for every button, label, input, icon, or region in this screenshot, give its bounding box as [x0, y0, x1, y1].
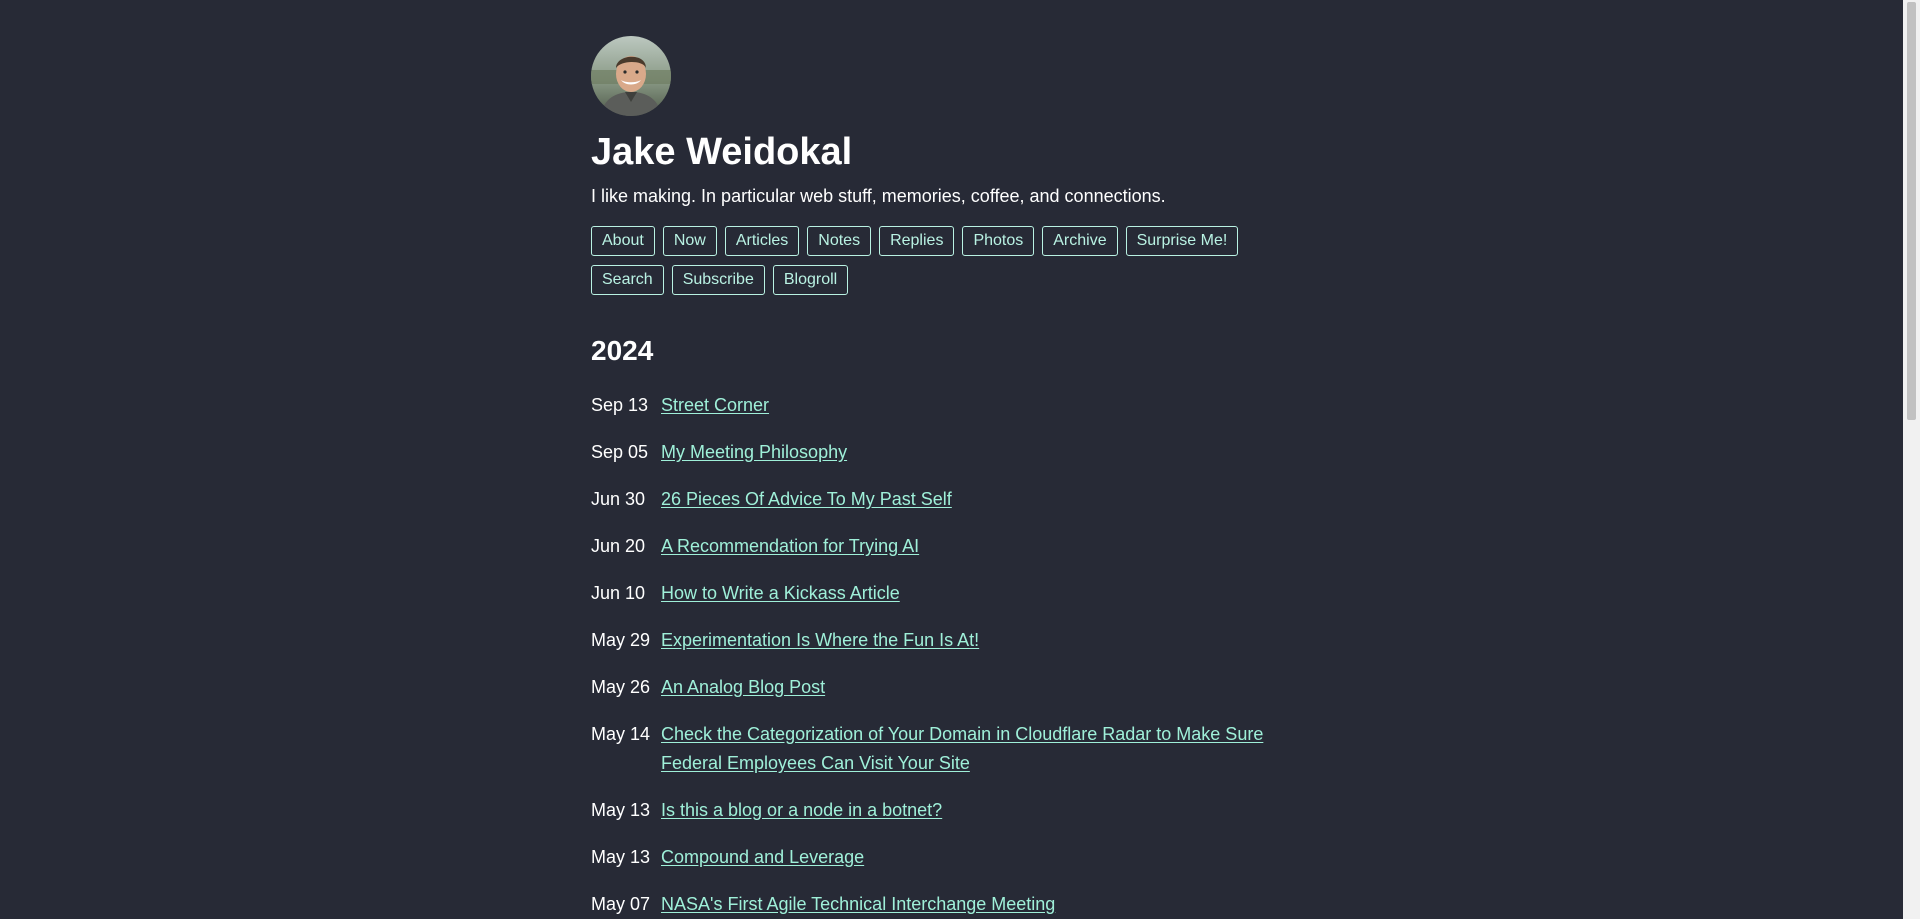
list-item: Jun 10 How to Write a Kickass Article	[591, 579, 1291, 608]
post-link[interactable]: An Analog Blog Post	[661, 673, 1291, 702]
page: Jake Weidokal I like making. In particul…	[0, 0, 1920, 919]
post-link[interactable]: Compound and Leverage	[661, 843, 1291, 872]
nav-photos-button[interactable]: Photos	[962, 226, 1035, 256]
list-item: Sep 13 Street Corner	[591, 391, 1291, 420]
post-date: Sep 13	[591, 395, 649, 415]
post-date: Jun 30	[591, 489, 646, 509]
post-date: Jun 20	[591, 536, 646, 556]
main-content: Jake Weidokal I like making. In particul…	[591, 36, 1291, 919]
post-date: Jun 10	[591, 583, 646, 603]
list-item: May 29 Experimentation Is Where the Fun …	[591, 626, 1291, 655]
year-heading: 2024	[591, 335, 654, 366]
nav-subscribe-button[interactable]: Subscribe	[671, 265, 765, 295]
vertical-scrollbar[interactable]	[1903, 0, 1920, 919]
main-nav: About Now Articles Notes Replies Photos …	[591, 226, 1291, 295]
post-list: Sep 13 Street Corner Sep 05 My Meeting P…	[591, 391, 1291, 919]
post-date: May 14	[591, 724, 651, 744]
site-title: Jake Weidokal	[591, 131, 853, 173]
post-link[interactable]: My Meeting Philosophy	[661, 438, 1291, 467]
nav-about-button[interactable]: About	[591, 226, 655, 256]
nav-now-button[interactable]: Now	[662, 226, 717, 256]
post-link[interactable]: 26 Pieces Of Advice To My Past Self	[661, 485, 1291, 514]
post-link[interactable]: Experimentation Is Where the Fun Is At!	[661, 626, 1291, 655]
post-link[interactable]: Check the Categorization of Your Domain …	[661, 720, 1291, 778]
profile-photo-icon	[591, 36, 671, 116]
nav-replies-button[interactable]: Replies	[879, 226, 955, 256]
nav-articles-button[interactable]: Articles	[724, 226, 800, 256]
nav-archive-button[interactable]: Archive	[1042, 226, 1118, 256]
list-item: May 13 Compound and Leverage	[591, 843, 1291, 872]
nav-notes-button[interactable]: Notes	[807, 226, 872, 256]
list-item: May 07 NASA's First Agile Technical Inte…	[591, 890, 1291, 919]
list-item: Jun 20 A Recommendation for Trying AI	[591, 532, 1291, 561]
post-date: Sep 05	[591, 442, 649, 462]
nav-surprise-me-button[interactable]: Surprise Me!	[1125, 226, 1239, 256]
post-link[interactable]: NASA's First Agile Technical Interchange…	[661, 890, 1291, 919]
post-link[interactable]: Street Corner	[661, 391, 1291, 420]
list-item: May 14 Check the Categorization of Your …	[591, 720, 1291, 778]
post-link[interactable]: Is this a blog or a node in a botnet?	[661, 796, 1291, 825]
nav-search-button[interactable]: Search	[591, 265, 664, 295]
scrollbar-thumb[interactable]	[1907, 2, 1916, 420]
post-link[interactable]: How to Write a Kickass Article	[661, 579, 1291, 608]
post-date: May 26	[591, 677, 651, 697]
post-date: May 13	[591, 847, 651, 867]
list-item: May 13 Is this a blog or a node in a bot…	[591, 796, 1291, 825]
list-item: Jun 30 26 Pieces Of Advice To My Past Se…	[591, 485, 1291, 514]
list-item: Sep 05 My Meeting Philosophy	[591, 438, 1291, 467]
list-item: May 26 An Analog Blog Post	[591, 673, 1291, 702]
avatar[interactable]	[591, 36, 671, 116]
post-link[interactable]: A Recommendation for Trying AI	[661, 532, 1291, 561]
post-date: May 29	[591, 630, 651, 650]
tagline: I like making. In particular web stuff, …	[591, 186, 1166, 206]
post-date: May 13	[591, 800, 651, 820]
nav-blogroll-button[interactable]: Blogroll	[772, 265, 849, 295]
post-date: May 07	[591, 894, 651, 914]
